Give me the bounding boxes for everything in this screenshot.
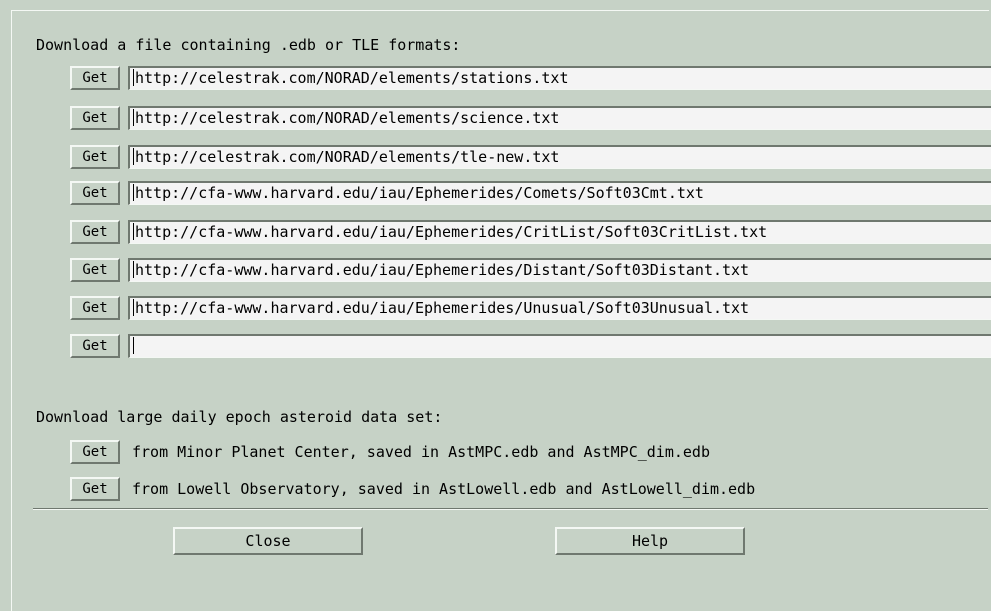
get-button-1[interactable]: Get: [70, 66, 120, 90]
text-cursor: [133, 148, 134, 165]
text-cursor: [133, 299, 134, 316]
get-button-4[interactable]: Get: [70, 181, 120, 205]
text-cursor: [133, 261, 134, 278]
url-field-8[interactable]: [128, 334, 991, 358]
text-cursor: [133, 69, 134, 86]
url-text-7: http://cfa-www.harvard.edu/iau/Ephemerid…: [135, 299, 750, 317]
url-field-5[interactable]: http://cfa-www.harvard.edu/iau/Ephemerid…: [128, 220, 991, 244]
get-button-6[interactable]: Get: [70, 258, 120, 282]
text-cursor: [133, 184, 134, 201]
download-dialog: Download a file containing .edb or TLE f…: [0, 0, 991, 611]
url-field-2[interactable]: http://celestrak.com/NORAD/elements/scie…: [128, 106, 991, 130]
url-text-3: http://celestrak.com/NORAD/elements/tle-…: [135, 148, 560, 166]
text-cursor: [133, 109, 134, 126]
url-text-1: http://celestrak.com/NORAD/elements/stat…: [135, 69, 569, 87]
get-button-8[interactable]: Get: [70, 334, 120, 358]
url-field-7[interactable]: http://cfa-www.harvard.edu/iau/Ephemerid…: [128, 296, 991, 320]
url-field-1[interactable]: http://celestrak.com/NORAD/elements/stat…: [128, 66, 991, 90]
get-button-3[interactable]: Get: [70, 145, 120, 169]
get-lowell-button[interactable]: Get: [70, 477, 120, 501]
separator: [33, 508, 988, 510]
help-button[interactable]: Help: [555, 527, 745, 555]
lowell-source-label: from Lowell Observatory, saved in AstLow…: [132, 480, 756, 498]
close-button[interactable]: Close: [173, 527, 363, 555]
get-button-7[interactable]: Get: [70, 296, 120, 320]
text-cursor: [133, 337, 134, 354]
mpc-source-label: from Minor Planet Center, saved in AstMP…: [132, 443, 710, 461]
url-text-2: http://celestrak.com/NORAD/elements/scie…: [135, 109, 560, 127]
get-button-5[interactable]: Get: [70, 220, 120, 244]
get-mpc-button[interactable]: Get: [70, 440, 120, 464]
get-button-2[interactable]: Get: [70, 106, 120, 130]
url-text-4: http://cfa-www.harvard.edu/iau/Ephemerid…: [135, 184, 704, 202]
epoch-heading: Download large daily epoch asteroid data…: [36, 408, 443, 426]
url-field-6[interactable]: http://cfa-www.harvard.edu/iau/Ephemerid…: [128, 258, 991, 282]
url-field-4[interactable]: http://cfa-www.harvard.edu/iau/Ephemerid…: [128, 181, 991, 205]
download-heading: Download a file containing .edb or TLE f…: [36, 36, 461, 54]
url-field-3[interactable]: http://celestrak.com/NORAD/elements/tle-…: [128, 145, 991, 169]
text-cursor: [133, 223, 134, 240]
url-text-5: http://cfa-www.harvard.edu/iau/Ephemerid…: [135, 223, 768, 241]
url-text-6: http://cfa-www.harvard.edu/iau/Ephemerid…: [135, 261, 750, 279]
